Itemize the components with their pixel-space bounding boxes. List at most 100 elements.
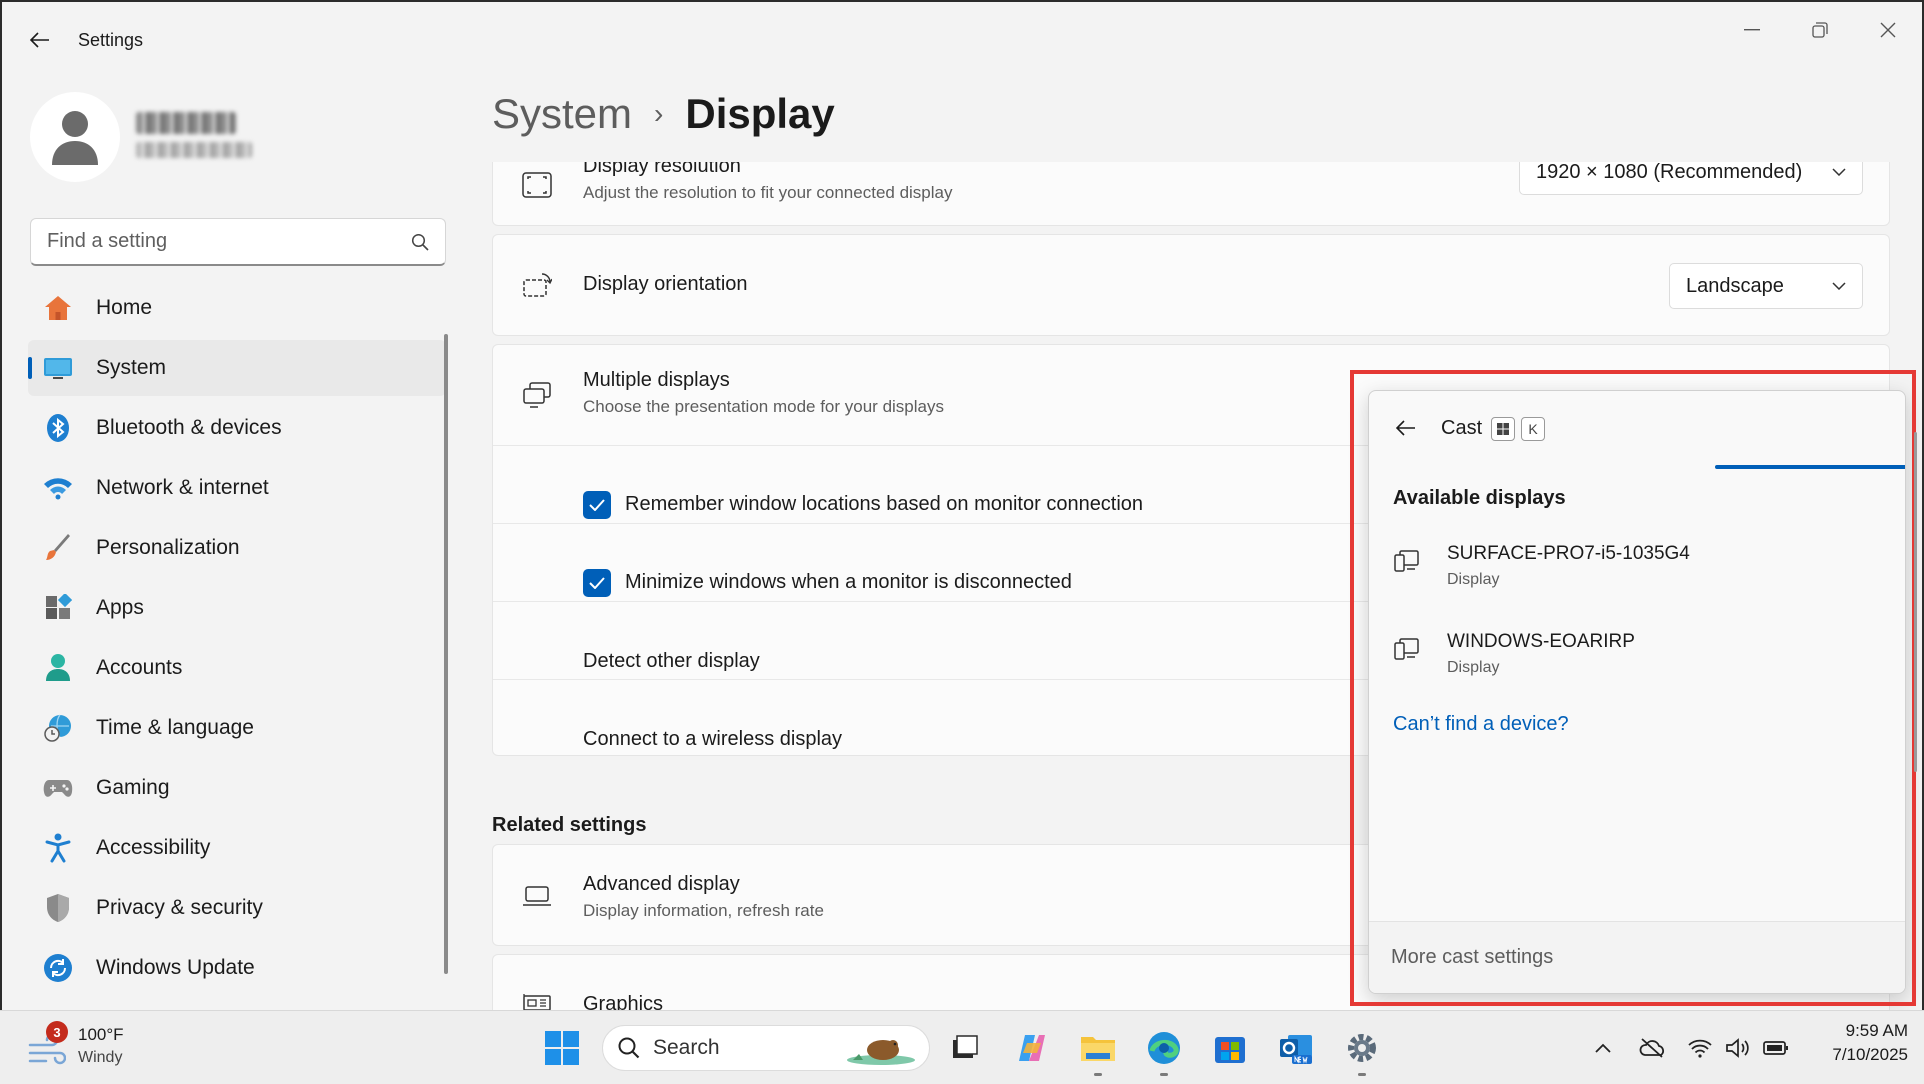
orientation-dropdown[interactable]: Landscape [1669, 263, 1863, 309]
copilot-button[interactable] [1008, 1024, 1056, 1072]
device-type: Display [1447, 659, 1500, 676]
store-icon [1215, 1037, 1245, 1063]
person-icon [52, 111, 98, 165]
wifi-icon [42, 472, 74, 504]
start-button[interactable] [538, 1024, 586, 1072]
cant-find-device-link[interactable]: Can’t find a device? [1393, 713, 1569, 736]
running-indicator [1160, 1073, 1168, 1076]
sidebar-item-gaming[interactable]: Gaming [28, 760, 446, 816]
monitor-icon [42, 352, 74, 384]
wifi-icon [1688, 1039, 1712, 1058]
copilot-icon [1019, 1035, 1045, 1061]
settings-window: Settings Home System [0, 0, 1924, 1010]
running-indicator [1358, 1073, 1366, 1076]
checkmark-icon [589, 499, 605, 511]
sidebar-item-network[interactable]: Network & internet [28, 460, 446, 516]
edge-icon [1148, 1032, 1180, 1064]
orientation-title: Display orientation [583, 273, 748, 295]
taskbar-search[interactable]: Search [602, 1025, 930, 1071]
sidebar-nav: Home System Bluetooth & devices Network … [28, 280, 446, 1000]
sidebar-item-apps[interactable]: Apps [28, 580, 446, 636]
chevron-down-icon [1832, 282, 1846, 290]
laptop-icon [521, 880, 553, 912]
cast-device-item[interactable]: WINDOWS-EOARIRP Display [1369, 625, 1905, 701]
sidebar-item-accessibility[interactable]: Accessibility [28, 820, 446, 876]
chevron-up-icon [1595, 1043, 1611, 1053]
advanced-display-title: Advanced display [583, 873, 740, 895]
cast-footer: More cast settings [1369, 921, 1905, 993]
more-cast-settings-link[interactable]: More cast settings [1391, 946, 1553, 969]
sidebar-item-privacy[interactable]: Privacy & security [28, 880, 446, 936]
settings-button[interactable] [1338, 1024, 1386, 1076]
quick-settings-button[interactable] [1680, 1024, 1796, 1072]
close-button[interactable] [1860, 10, 1916, 50]
resolution-icon [521, 169, 553, 201]
resolution-title: Display resolution [583, 162, 741, 177]
show-hidden-icons-button[interactable] [1588, 1024, 1618, 1072]
multiple-displays-desc: Choose the presentation mode for your di… [583, 397, 944, 416]
flyout-scrollbar[interactable] [1914, 432, 1917, 772]
restore-button[interactable] [1792, 10, 1848, 50]
edge-button[interactable] [1140, 1024, 1188, 1076]
outlook-button[interactable] [1272, 1024, 1320, 1072]
taskbar-search-label: Search [653, 1036, 720, 1059]
cast-device-item[interactable]: SURFACE-PRO7-i5-1035G4 Display [1369, 537, 1905, 613]
breadcrumb: System › Display [492, 90, 835, 138]
onedrive-button[interactable] [1636, 1024, 1670, 1072]
sidebar-item-home[interactable]: Home [28, 280, 446, 336]
cast-display-icon [1393, 635, 1421, 663]
windows-key-icon [1491, 417, 1515, 441]
breadcrumb-parent[interactable]: System [492, 90, 632, 138]
sidebar-item-label: Accounts [96, 656, 183, 679]
sidebar-item-personalization[interactable]: Personalization [28, 520, 446, 576]
checkmark-icon [589, 577, 605, 589]
notification-badge: 3 [46, 1021, 68, 1043]
sidebar-scrollbar[interactable] [444, 334, 448, 974]
search-icon [618, 1037, 640, 1059]
device-type: Display [1447, 571, 1500, 588]
sidebar-item-accounts[interactable]: Accounts [28, 640, 446, 696]
account-icon [42, 652, 74, 684]
home-icon [42, 292, 74, 324]
sidebar-item-system[interactable]: System [28, 340, 446, 396]
sidebar-item-label: Privacy & security [96, 896, 263, 919]
clock-date: 7/10/2025 [1832, 1045, 1908, 1064]
back-button[interactable] [22, 22, 58, 58]
close-icon [1880, 22, 1896, 38]
breadcrumb-separator: › [654, 98, 664, 129]
sidebar-item-windows-update[interactable]: Windows Update [28, 940, 446, 996]
avatar[interactable] [30, 92, 120, 182]
gamepad-icon [42, 772, 74, 804]
resolution-desc: Adjust the resolution to fit your connec… [583, 183, 953, 202]
sidebar-item-time-language[interactable]: Time & language [28, 700, 446, 756]
user-email-blurred [136, 142, 252, 158]
search-input[interactable] [47, 230, 411, 253]
minimize-button[interactable] [1724, 10, 1780, 50]
gear-icon [1348, 1034, 1376, 1062]
task-view-button[interactable] [940, 1024, 988, 1072]
store-button[interactable] [1206, 1024, 1254, 1072]
resolution-dropdown[interactable]: 1920 × 1080 (Recommended) [1519, 162, 1863, 195]
sidebar-item-label: Home [96, 296, 153, 319]
arrow-left-icon [1396, 420, 1415, 436]
sidebar-item-bluetooth[interactable]: Bluetooth & devices [28, 400, 446, 456]
file-explorer-button[interactable] [1074, 1024, 1122, 1076]
remember-locations-checkbox[interactable] [583, 491, 611, 519]
resolution-card: Display resolution Adjust the resolution… [492, 162, 1890, 226]
sidebar-item-label: Network & internet [96, 476, 269, 499]
sidebar-item-label: Accessibility [96, 836, 211, 859]
settings-search[interactable] [30, 218, 446, 266]
running-indicator [1094, 1073, 1102, 1076]
user-name-blurred [136, 112, 236, 134]
bluetooth-icon [42, 412, 74, 444]
minimize-windows-checkbox[interactable] [583, 569, 611, 597]
searching-progress-bar [1715, 465, 1905, 469]
weather-condition: Windy [78, 1049, 123, 1066]
cast-back-button[interactable] [1391, 413, 1421, 443]
brush-icon [42, 532, 74, 564]
taskbar-clock[interactable]: 9:59 AM 7/10/2025 [1808, 1021, 1908, 1065]
arrow-left-icon [30, 32, 49, 48]
wireless-display-label[interactable]: Connect to a wireless display [583, 728, 842, 751]
weather-widget[interactable]: 3 100°F Windy [20, 1021, 170, 1075]
sidebar-item-label: Gaming [96, 776, 170, 799]
